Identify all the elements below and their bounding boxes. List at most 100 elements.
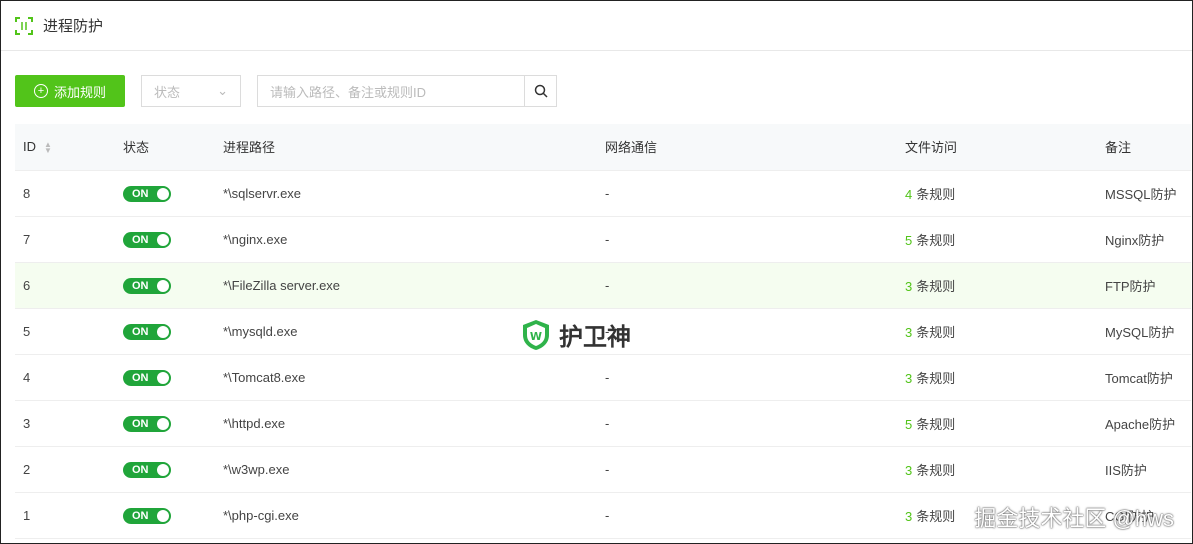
cell-file-access[interactable]: 4 条规则 [897, 170, 1097, 217]
rule-suffix: 条规则 [916, 232, 956, 248]
rule-suffix: 条规则 [916, 508, 956, 524]
table-row: 6 ON *\FileZilla server.exe - 3 条规则 FTP防护 [15, 262, 1191, 309]
status-select[interactable]: 状态 ⌄ [141, 75, 241, 107]
cell-network: - [597, 400, 897, 447]
status-toggle[interactable]: ON [123, 369, 171, 386]
col-network: 网络通信 [597, 124, 897, 171]
search-icon [534, 84, 548, 98]
cell-note: IIS防护 [1097, 446, 1191, 493]
cell-id: 6 [15, 262, 115, 309]
watermark-logo-text: 护卫神 [559, 324, 631, 351]
cell-note: Apache防护 [1097, 400, 1191, 447]
rule-suffix: 条规则 [916, 186, 956, 202]
rule-count: 4 [905, 186, 913, 202]
cell-note: MySQL防护 [1097, 308, 1191, 355]
search-placeholder: 请输入路径、备注或规则ID [270, 84, 427, 100]
rule-count: 3 [905, 278, 913, 294]
toggle-knob [157, 233, 169, 246]
toggle-label: ON [132, 233, 149, 246]
process-scan-icon [15, 16, 33, 35]
sort-icon[interactable]: ▲ ▼ [44, 140, 52, 154]
cell-note: Nginx防护 [1097, 216, 1191, 263]
search-box: 请输入路径、备注或规则ID [257, 75, 557, 107]
page-header: 进程防护 [1, 1, 1192, 51]
table-row: 3 ON *\httpd.exe - 5 条规则 Apache防护 [15, 400, 1191, 447]
search-button[interactable] [525, 75, 557, 107]
status-toggle[interactable]: ON [123, 323, 171, 340]
rule-suffix: 条规则 [916, 278, 956, 294]
cell-status: ON [115, 170, 215, 217]
rule-count: 3 [905, 508, 913, 524]
toggle-label: ON [132, 187, 149, 200]
cell-status: ON [115, 216, 215, 263]
col-file-access: 文件访问 [897, 124, 1097, 171]
cell-id: 8 [15, 170, 115, 217]
rule-suffix: 条规则 [916, 462, 956, 478]
col-status: 状态 [115, 124, 215, 171]
status-toggle[interactable]: ON [123, 507, 171, 524]
search-input[interactable]: 请输入路径、备注或规则ID [257, 75, 525, 107]
cell-network: - [597, 216, 897, 263]
cell-path: *\httpd.exe [215, 400, 597, 447]
col-id[interactable]: ID ▲ ▼ [15, 124, 115, 171]
table-row: 7 ON *\nginx.exe - 5 条规则 Nginx防护 [15, 216, 1191, 263]
status-toggle[interactable]: ON [123, 185, 171, 202]
cell-network: - [597, 262, 897, 309]
shield-logo-icon: W [523, 319, 549, 350]
cell-status: ON [115, 492, 215, 539]
cell-network: - [597, 308, 897, 355]
toggle-knob [157, 187, 169, 200]
cell-path: *\nginx.exe [215, 216, 597, 263]
cell-id: 2 [15, 446, 115, 493]
watermark-site: 掘金技术社区 @hws [974, 506, 1174, 531]
cell-status: ON [115, 446, 215, 493]
cell-id: 3 [15, 400, 115, 447]
status-toggle[interactable]: ON [123, 415, 171, 432]
cell-network: - [597, 492, 897, 539]
toggle-label: ON [132, 509, 149, 522]
watermark-logo: W 护卫神 [521, 317, 631, 352]
col-path: 进程路径 [215, 124, 597, 171]
toggle-label: ON [132, 371, 149, 384]
status-toggle[interactable]: ON [123, 231, 171, 248]
plus-circle-icon: + [33, 84, 48, 98]
rule-count: 3 [905, 462, 913, 478]
rule-suffix: 条规则 [916, 324, 956, 340]
cell-path: *\w3wp.exe [215, 446, 597, 493]
cell-file-access[interactable]: 3 条规则 [897, 446, 1097, 493]
cell-file-access[interactable]: 3 条规则 [897, 262, 1097, 309]
page-title: 进程防护 [43, 18, 104, 35]
status-placeholder: 状态 [154, 84, 181, 100]
cell-path: *\sqlservr.exe [215, 170, 597, 217]
rule-count: 5 [905, 416, 913, 432]
cell-note: MSSQL防护 [1097, 170, 1191, 217]
chevron-down-icon: ⌄ [217, 83, 228, 98]
status-toggle[interactable]: ON [123, 277, 171, 294]
cell-file-access[interactable]: 5 条规则 [897, 400, 1097, 447]
cell-file-access[interactable]: 3 条规则 [897, 308, 1097, 355]
rule-count: 3 [905, 370, 913, 386]
cell-id: 1 [15, 492, 115, 539]
rule-suffix: 条规则 [916, 370, 956, 386]
cell-status: ON [115, 354, 215, 401]
cell-status: ON [115, 308, 215, 355]
cell-file-access[interactable]: 5 条规则 [897, 216, 1097, 263]
rule-count: 5 [905, 232, 913, 248]
toggle-label: ON [132, 417, 149, 430]
toggle-label: ON [132, 463, 149, 476]
table-row: 2 ON *\w3wp.exe - 3 条规则 IIS防护 [15, 446, 1191, 493]
toggle-label: ON [132, 279, 149, 292]
toggle-knob [157, 509, 169, 522]
table-row: 4 ON *\Tomcat8.exe - 3 条规则 Tomcat防护 [15, 354, 1191, 401]
status-toggle[interactable]: ON [123, 461, 171, 478]
cell-file-access[interactable]: 3 条规则 [897, 354, 1097, 401]
add-rule-button[interactable]: + 添加规则 [15, 75, 125, 107]
cell-id: 4 [15, 354, 115, 401]
add-rule-label: 添加规则 [53, 84, 106, 100]
svg-text:W: W [530, 330, 542, 343]
table-row: 8 ON *\sqlservr.exe - 4 条规则 MSSQL防护 [15, 170, 1191, 217]
cell-path: *\php-cgi.exe [215, 492, 597, 539]
toolbar: + 添加规则 状态 ⌄ 请输入路径、备注或规则ID [15, 75, 557, 107]
cell-note: FTP防护 [1097, 262, 1191, 309]
rule-suffix: 条规则 [916, 416, 956, 432]
